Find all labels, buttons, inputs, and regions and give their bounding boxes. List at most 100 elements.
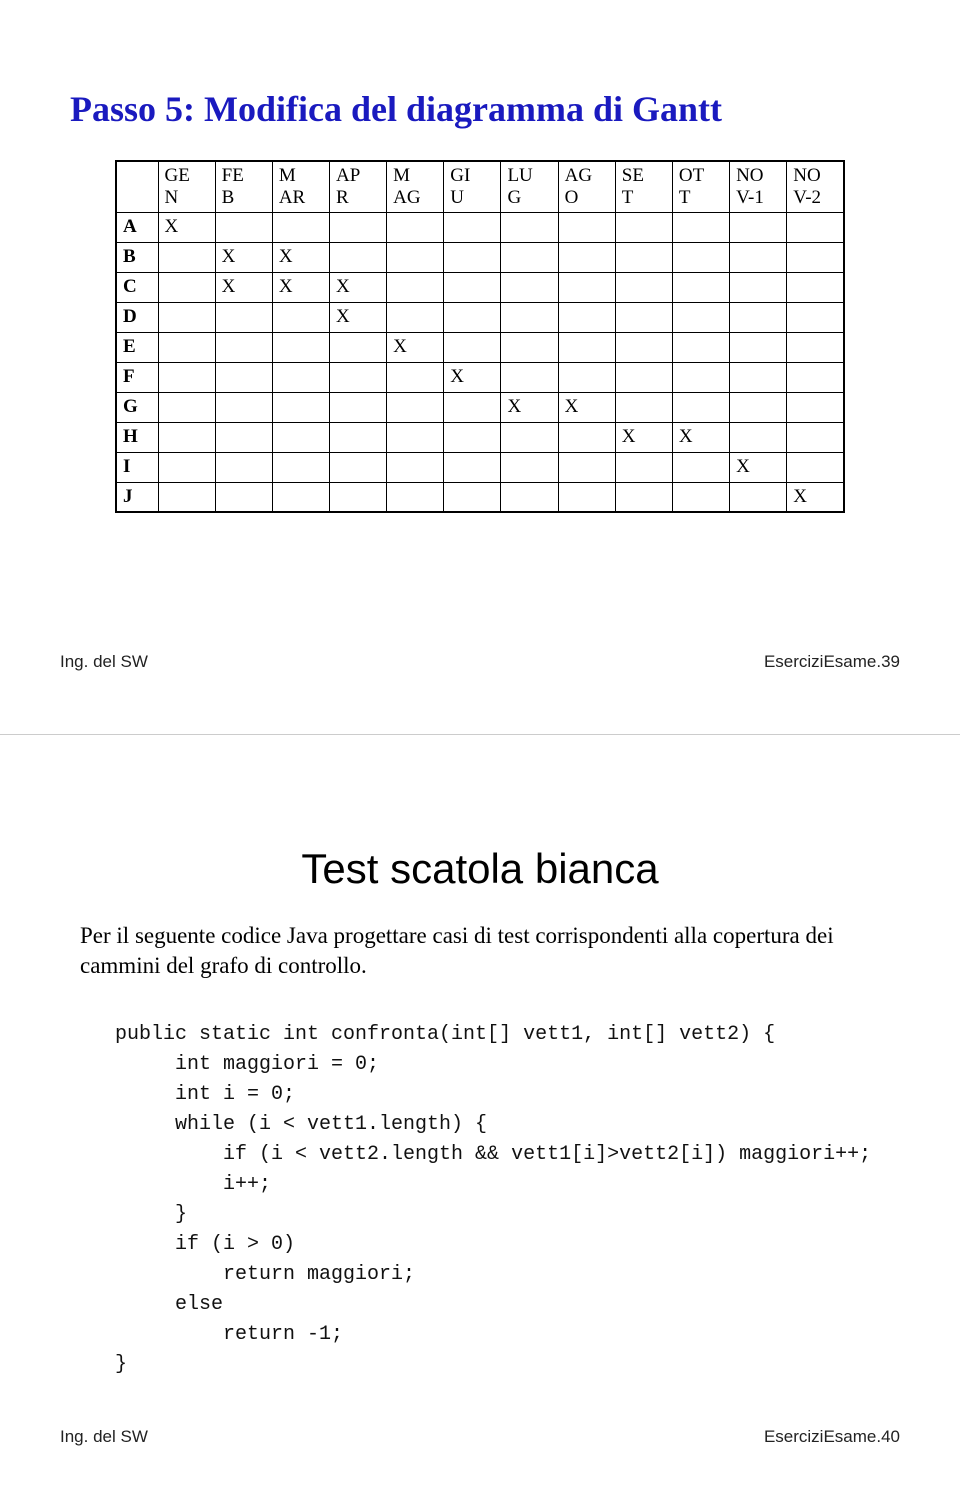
gantt-cell <box>615 392 672 422</box>
gantt-cell <box>672 242 729 272</box>
gantt-cell <box>329 422 386 452</box>
gantt-cell <box>215 362 272 392</box>
gantt-cell <box>272 422 329 452</box>
gantt-cell <box>730 332 787 362</box>
gantt-cell <box>215 212 272 242</box>
gantt-cell <box>158 242 215 272</box>
gantt-header-row: GENFEBMARAPRMAGGIULUGAGOSETOTTNOV-1NOV-2 <box>116 161 844 212</box>
gantt-cell <box>329 452 386 482</box>
gantt-cell <box>329 392 386 422</box>
gantt-cell: X <box>215 272 272 302</box>
gantt-cell <box>558 332 615 362</box>
gantt-cell <box>387 482 444 512</box>
table-row: GXX <box>116 392 844 422</box>
table-row: DX <box>116 302 844 332</box>
gantt-cell <box>215 302 272 332</box>
gantt-cell <box>215 392 272 422</box>
gantt-cell <box>158 272 215 302</box>
gantt-cell <box>215 452 272 482</box>
gantt-cell <box>444 272 501 302</box>
gantt-cell: X <box>158 212 215 242</box>
gantt-cell <box>158 362 215 392</box>
gantt-cell <box>329 242 386 272</box>
gantt-cell <box>558 422 615 452</box>
gantt-cell <box>158 482 215 512</box>
gantt-cell <box>387 362 444 392</box>
gantt-cell: X <box>444 362 501 392</box>
gantt-cell: X <box>615 422 672 452</box>
slide-1: Passo 5: Modifica del diagramma di Gantt… <box>0 0 960 735</box>
gantt-table-wrapper: GENFEBMARAPRMAGGIULUGAGOSETOTTNOV-1NOV-2… <box>115 160 845 513</box>
gantt-cell <box>272 482 329 512</box>
gantt-row-label: J <box>116 482 158 512</box>
gantt-cell: X <box>329 272 386 302</box>
gantt-cell <box>387 422 444 452</box>
gantt-cell: X <box>387 332 444 362</box>
table-row: CXXX <box>116 272 844 302</box>
gantt-column-header: NOV-1 <box>730 161 787 212</box>
gantt-cell: X <box>501 392 558 422</box>
gantt-cell <box>387 212 444 242</box>
gantt-corner-cell <box>116 161 158 212</box>
gantt-cell <box>444 452 501 482</box>
gantt-cell <box>329 482 386 512</box>
gantt-cell <box>272 212 329 242</box>
gantt-cell <box>615 362 672 392</box>
gantt-cell <box>501 272 558 302</box>
gantt-cell <box>787 242 844 272</box>
gantt-cell <box>787 272 844 302</box>
gantt-row-label: C <box>116 272 158 302</box>
gantt-cell <box>501 332 558 362</box>
gantt-cell <box>730 392 787 422</box>
gantt-cell <box>387 242 444 272</box>
gantt-column-header: GEN <box>158 161 215 212</box>
gantt-cell <box>272 302 329 332</box>
gantt-cell <box>215 332 272 362</box>
gantt-cell <box>501 302 558 332</box>
gantt-column-header: SET <box>615 161 672 212</box>
slide-2-title: Test scatola bianca <box>0 735 960 893</box>
gantt-cell <box>272 452 329 482</box>
gantt-cell: X <box>558 392 615 422</box>
footer-right: EserciziEsame.40 <box>764 1427 900 1447</box>
table-row: FX <box>116 362 844 392</box>
slide-1-title: Passo 5: Modifica del diagramma di Gantt <box>0 0 960 130</box>
gantt-cell: X <box>272 272 329 302</box>
gantt-cell <box>558 452 615 482</box>
gantt-cell <box>672 452 729 482</box>
table-row: IX <box>116 452 844 482</box>
gantt-cell <box>615 212 672 242</box>
gantt-cell <box>444 392 501 422</box>
gantt-cell <box>730 212 787 242</box>
gantt-cell <box>730 272 787 302</box>
gantt-cell <box>444 302 501 332</box>
gantt-cell: X <box>730 452 787 482</box>
gantt-cell <box>615 482 672 512</box>
gantt-cell <box>329 362 386 392</box>
gantt-cell <box>730 242 787 272</box>
gantt-cell <box>558 242 615 272</box>
gantt-cell <box>787 362 844 392</box>
gantt-row-label: H <box>116 422 158 452</box>
gantt-cell <box>730 302 787 332</box>
gantt-column-header: OTT <box>672 161 729 212</box>
gantt-cell <box>158 302 215 332</box>
gantt-cell: X <box>672 422 729 452</box>
gantt-cell <box>444 422 501 452</box>
gantt-cell <box>787 452 844 482</box>
footer-left: Ing. del SW <box>60 652 148 672</box>
gantt-cell <box>558 302 615 332</box>
gantt-cell <box>672 302 729 332</box>
gantt-cell <box>615 272 672 302</box>
gantt-cell <box>158 422 215 452</box>
gantt-column-header: NOV-2 <box>787 161 844 212</box>
slide-2-body: Per il seguente codice Java progettare c… <box>80 921 880 982</box>
gantt-cell <box>387 272 444 302</box>
gantt-cell <box>387 392 444 422</box>
table-row: EX <box>116 332 844 362</box>
gantt-cell: X <box>272 242 329 272</box>
gantt-cell <box>672 332 729 362</box>
gantt-column-header: FEB <box>215 161 272 212</box>
gantt-cell <box>329 332 386 362</box>
gantt-cell <box>444 482 501 512</box>
